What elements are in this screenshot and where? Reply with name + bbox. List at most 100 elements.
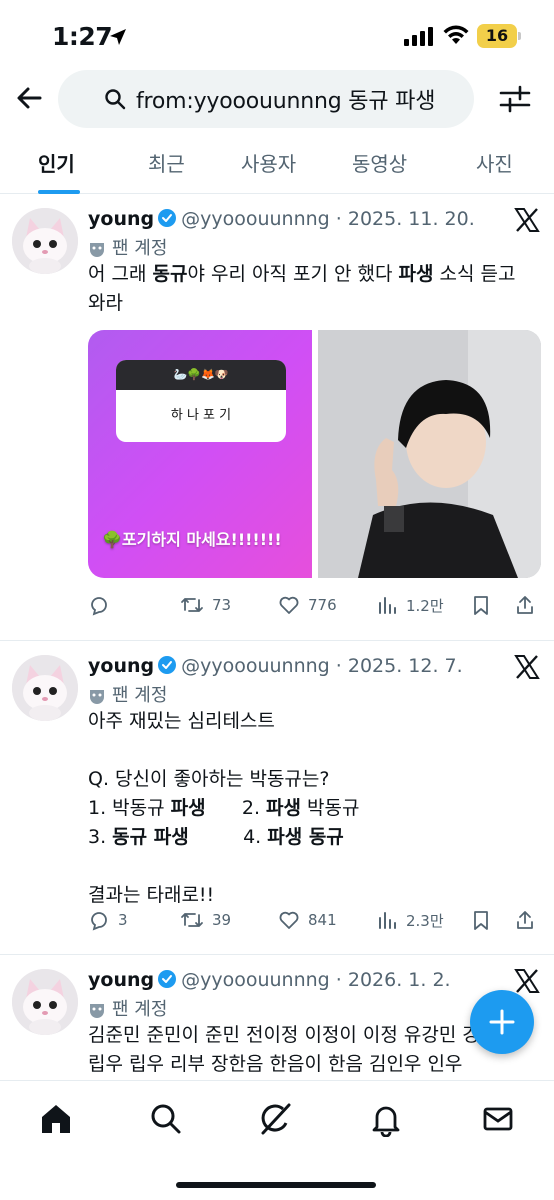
compose-button[interactable] (470, 990, 534, 1054)
retweet-count: 39 (212, 911, 232, 929)
tweet-date[interactable]: · 2025. 11. 20. (336, 208, 475, 230)
verified-badge-icon (158, 970, 177, 988)
media-image-story[interactable]: 🦢🌳🦊🐶 하 나 포 기 🌳포기하지 마세요!!!!!!! (88, 330, 312, 578)
fan-account-text: 팬 계정 (112, 685, 168, 706)
x-logo-icon[interactable] (514, 655, 540, 679)
fan-account-text: 팬 계정 (112, 238, 168, 259)
story-caption: 🌳포기하지 마세요!!!!!!! (102, 530, 282, 549)
x-logo-icon[interactable] (514, 969, 540, 993)
mask-icon (90, 1004, 104, 1018)
messages-envelope-icon[interactable] (480, 1101, 516, 1137)
mask-icon (90, 690, 104, 704)
tweet-media[interactable]: 🦢🌳🦊🐶 하 나 포 기 🌳포기하지 마세요!!!!!!! (88, 330, 541, 578)
search-tabs: 인기 최근 사용자 동영상 사진 (0, 140, 554, 194)
display-name[interactable]: young (88, 208, 154, 230)
fan-account-label: 팬 계정 (88, 681, 167, 707)
views-chart-icon (379, 912, 396, 929)
user-handle[interactable]: @yyooouunnng (181, 655, 330, 677)
story-emoji-row: 🦢🌳🦊🐶 (116, 360, 286, 390)
avatar[interactable] (12, 655, 78, 721)
search-icon (105, 89, 126, 110)
user-handle[interactable]: @yyooouunnng (181, 208, 330, 230)
verified-badge-icon (158, 209, 177, 227)
like-count: 776 (308, 596, 337, 614)
views-chart-icon (379, 597, 396, 614)
battery-indicator: 16 (477, 24, 517, 48)
like-button[interactable]: 841 (278, 909, 337, 931)
cellular-signal-icon (404, 27, 433, 46)
status-time: 1:27 (52, 22, 113, 51)
retweet-button[interactable]: 73 (180, 594, 231, 616)
tweet[interactable]: young @yyooouunnng · 2025. 11. 20. 팬 계정 어… (0, 194, 554, 640)
retweet-icon (181, 598, 203, 612)
share-icon[interactable] (514, 909, 536, 931)
battery-cap (518, 32, 521, 40)
story-answer: 하 나 포 기 (170, 408, 232, 423)
wifi-icon (443, 25, 469, 44)
avatar[interactable] (12, 969, 78, 1035)
tweet-text: 아주 재밌는 심리테스트 Q. 당신이 좋아하는 박동규는? 1. 박동규 파생… (88, 710, 360, 906)
back-arrow-icon[interactable] (10, 78, 50, 118)
x-logo-icon[interactable] (514, 208, 540, 232)
tweet-header: young @yyooouunnng · 2025. 11. 20. (88, 208, 475, 230)
like-count: 841 (308, 911, 337, 929)
tab-top[interactable]: 인기 (38, 148, 75, 177)
media-image-photo[interactable] (318, 330, 541, 578)
grok-icon[interactable] (258, 1101, 294, 1137)
heart-icon (279, 596, 299, 614)
retweet-icon (181, 913, 203, 927)
like-button[interactable]: 776 (278, 594, 337, 616)
fan-account-label: 팬 계정 (88, 995, 167, 1021)
tweet-actions: 73 776 1.2만 (88, 594, 544, 624)
plus-icon (489, 1009, 515, 1035)
reply-count: 3 (118, 911, 128, 929)
tweet-date[interactable]: · 2025. 12. 7. (336, 655, 463, 677)
view-count: 1.2만 (406, 596, 444, 615)
fan-account-text: 팬 계정 (112, 999, 168, 1020)
retweet-button[interactable]: 39 (180, 909, 231, 931)
user-handle[interactable]: @yyooouunnng (181, 969, 330, 991)
tweet-header: young @yyooouunnng · 2025. 12. 7. (88, 655, 463, 677)
story-question-box: 🦢🌳🦊🐶 하 나 포 기 (116, 360, 286, 442)
reply-button[interactable] (88, 594, 118, 616)
person-photo-image (318, 330, 541, 578)
search-header: from:yyooouunnng 동규 파생 (0, 68, 554, 130)
filter-settings-icon[interactable] (496, 80, 534, 118)
display-name[interactable]: young (88, 969, 154, 991)
search-input[interactable]: from:yyooouunnng 동규 파생 (58, 70, 474, 128)
search-query[interactable]: from:yyooouunnng 동규 파생 (136, 83, 435, 115)
reply-button[interactable]: 3 (88, 909, 128, 931)
tab-latest[interactable]: 최근 (148, 148, 185, 177)
cat-avatar-icon (12, 969, 78, 1035)
retweet-count: 73 (212, 596, 232, 614)
tab-photos[interactable]: 사진 (476, 148, 513, 177)
avatar[interactable] (12, 208, 78, 274)
tweet-actions: 3 39 841 2.3만 (88, 909, 544, 939)
search-nav-icon[interactable] (148, 1101, 184, 1137)
reply-icon (91, 912, 107, 931)
tab-videos[interactable]: 동영상 (352, 148, 407, 177)
cat-avatar-icon (12, 655, 78, 721)
fan-account-label: 팬 계정 (88, 234, 167, 260)
notifications-bell-icon[interactable] (368, 1101, 404, 1137)
tweet-header: young @yyooouunnng · 2026. 1. 2. (88, 969, 451, 991)
tab-people[interactable]: 사용자 (241, 148, 296, 177)
views-button[interactable]: 1.2만 (376, 594, 444, 616)
cat-avatar-icon (12, 208, 78, 274)
views-button[interactable]: 2.3만 (376, 909, 444, 931)
bookmark-icon[interactable] (470, 594, 492, 616)
bookmark-icon[interactable] (470, 909, 492, 931)
share-icon[interactable] (514, 594, 536, 616)
mask-icon (90, 243, 104, 257)
home-icon[interactable] (38, 1101, 74, 1137)
reply-icon (91, 597, 107, 616)
status-bar: 1:27 16 (0, 0, 554, 70)
tweet[interactable]: young @yyooouunnng · 2025. 12. 7. 팬 계정 아주… (0, 641, 554, 954)
view-count: 2.3만 (406, 911, 444, 930)
display-name[interactable]: young (88, 655, 154, 677)
home-indicator (176, 1182, 376, 1188)
tweet-text: 어 그래 동규야 우리 아직 포기 안 했다 파생 소식 듣고 와라 (88, 263, 522, 314)
verified-badge-icon (158, 656, 177, 674)
heart-icon (279, 911, 299, 929)
tweet-date[interactable]: · 2026. 1. 2. (336, 969, 451, 991)
